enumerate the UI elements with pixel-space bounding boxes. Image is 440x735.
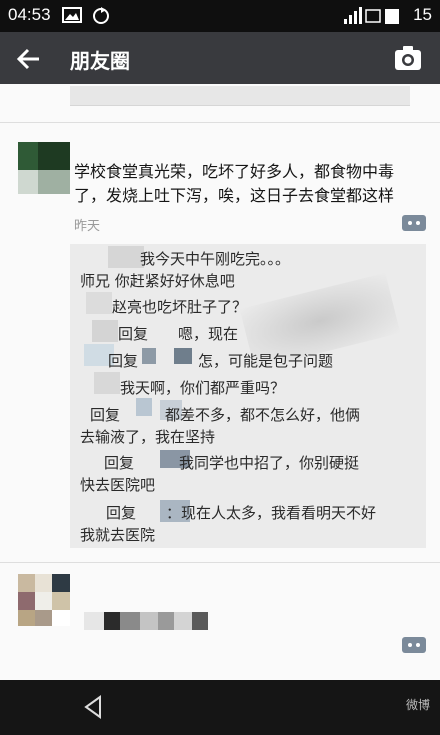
avatar[interactable] <box>18 574 70 626</box>
pixelated-name <box>86 292 112 314</box>
comment-item: 回复 都差不多，都不怎么好，他俩 <box>90 406 361 424</box>
comment-item: 赵亮也吃坏肚子了？ <box>112 298 248 316</box>
comment-item: 我就去医院 <box>80 526 156 544</box>
title-bar: 朋友圈 <box>0 32 440 84</box>
picture-icon <box>62 7 82 23</box>
status-time: 04:53 <box>8 5 51 24</box>
comment-list: 我今天中午刚吃完。。。 师兄 你赶紧好好休息吧 赵亮也吃坏肚子了？ 回复 嗯，现… <box>70 244 426 548</box>
comment-item: 师兄 你赶紧好好休息吧 <box>80 272 235 290</box>
divider <box>0 122 440 123</box>
comment-item: 我今天中午刚吃完。。。 <box>140 250 291 268</box>
pixelated-name <box>84 612 104 630</box>
more-icon[interactable] <box>402 215 426 231</box>
avatar[interactable] <box>18 142 70 194</box>
comment-item: 去输液了，我在坚持 <box>80 428 216 446</box>
pixelated-name <box>120 612 140 630</box>
pixelated-name <box>192 612 208 630</box>
post-text: 学校食堂真光荣，吃坏了好多人，都食物中毒了，发烧上吐下泻，唉，这日子去食堂都这样 <box>74 162 395 205</box>
pixelated-name <box>92 320 118 342</box>
status-bar: 04:53 15 <box>0 0 440 32</box>
divider <box>0 562 440 563</box>
comment-item: 回复 ：现在人太多，我看看明天不好 <box>106 504 377 522</box>
nav-back-icon[interactable] <box>80 694 106 720</box>
comment-item: 我天啊，你们都严重吗？ <box>120 379 286 397</box>
signal-icon <box>344 7 399 24</box>
more-icon[interactable] <box>402 637 426 653</box>
pixelated-name <box>158 612 174 630</box>
camera-icon[interactable] <box>394 44 422 72</box>
sync-icon <box>93 7 109 24</box>
comment-item: 回复 嗯，现在 <box>118 325 239 343</box>
weibo-watermark: 微博 <box>405 698 430 712</box>
pixelated-name <box>108 246 144 268</box>
pixelated-name <box>94 372 120 394</box>
post-time: 昨天 <box>74 219 101 234</box>
pixelated-name <box>140 612 158 630</box>
back-arrow-icon[interactable] <box>14 44 44 74</box>
comment-item: 快去医院吧 <box>80 476 156 494</box>
pixelated-name <box>104 612 120 630</box>
comment-item: 回复 我同学也中招了，你别硬挺 <box>104 454 360 472</box>
comment-item: 回复 怎，可能是包子问题 <box>108 352 334 370</box>
pixelated-name <box>174 612 192 630</box>
moments-feed[interactable]: 学校食堂真光荣，吃坏了好多人，都食物中毒了，发烧上吐下泻，唉，这日子去食堂都这样… <box>0 84 440 680</box>
previous-post-remnant <box>70 86 410 106</box>
page-title: 朋友圈 <box>70 49 130 73</box>
navigation-bar: 微博 <box>0 680 440 735</box>
battery-level: 15 <box>413 5 432 24</box>
